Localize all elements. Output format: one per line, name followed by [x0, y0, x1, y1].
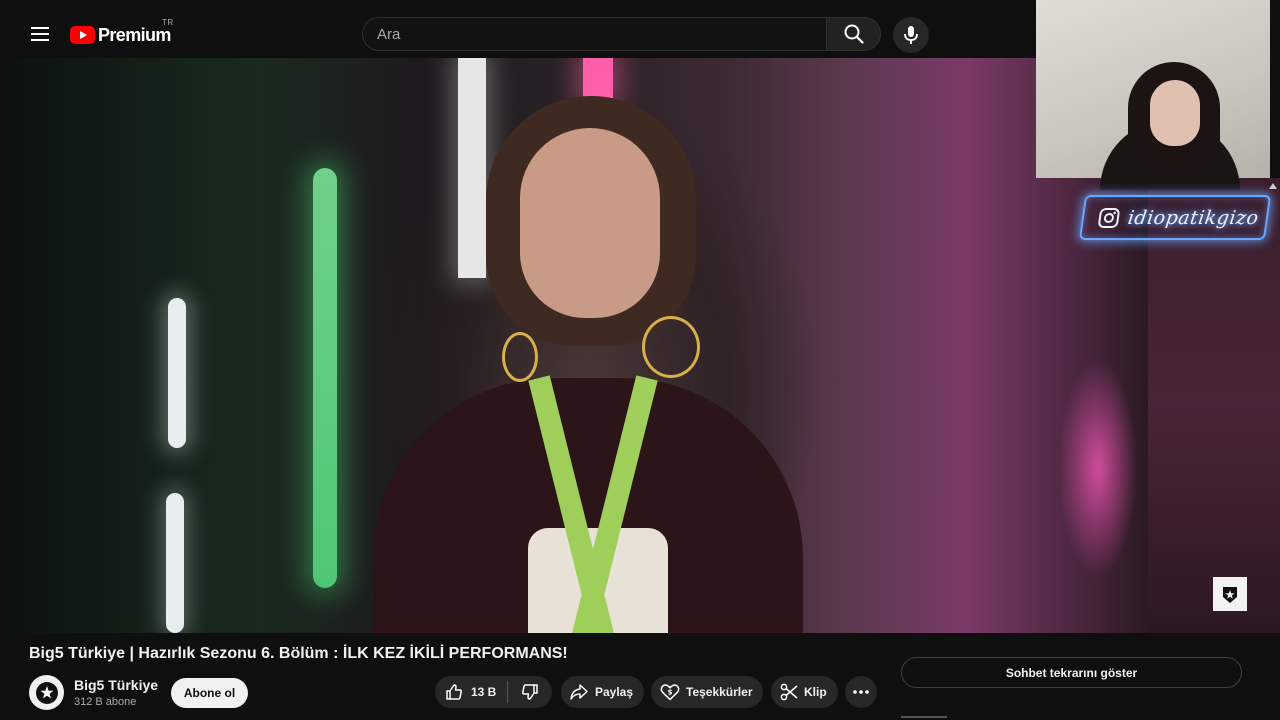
hamburger-icon — [31, 27, 49, 41]
clip-button[interactable]: Klip — [771, 676, 838, 708]
white-neon-light — [458, 58, 486, 278]
thumbs-up-icon — [446, 684, 462, 700]
thumbs-down-icon — [522, 684, 538, 700]
show-chat-replay-button[interactable]: Sohbet tekrarını göster — [901, 657, 1242, 688]
search-icon — [844, 24, 864, 44]
thanks-label: Teşekkürler — [686, 685, 753, 699]
search-button[interactable] — [826, 17, 881, 51]
channel-badge-icon — [1223, 587, 1237, 603]
webcam-person-face — [1150, 80, 1200, 146]
scissors-icon — [780, 683, 798, 701]
dislike-button[interactable] — [508, 676, 552, 708]
hoop-earring — [642, 316, 700, 378]
pink-glow — [1058, 358, 1138, 578]
instagram-handle: idiopatikgizo — [1126, 206, 1261, 229]
divider — [901, 716, 947, 718]
guide-menu-button[interactable] — [24, 18, 56, 50]
search-box — [362, 17, 826, 51]
hoop-earring — [502, 332, 538, 382]
person-face — [520, 128, 660, 318]
video-player[interactable] — [8, 58, 1148, 633]
microphone-icon — [904, 26, 918, 44]
clip-label: Klip — [804, 685, 827, 699]
logo-text: Premium — [98, 24, 171, 45]
channel-name-link[interactable]: Big5 Türkiye — [74, 677, 158, 693]
channel-avatar[interactable] — [29, 675, 64, 710]
green-neon-light — [313, 168, 337, 588]
search-input[interactable] — [363, 18, 826, 50]
share-arrow-icon — [570, 684, 588, 700]
instagram-neon-sign: idiopatikgizo — [1078, 195, 1272, 240]
thanks-button[interactable]: $ Teşekkürler — [651, 676, 763, 708]
subscribe-button[interactable]: Abone ol — [171, 678, 248, 708]
youtube-premium-logo[interactable]: Premium TR — [70, 18, 173, 48]
youtube-play-icon — [70, 26, 95, 44]
subscriber-count: 312 B abone — [74, 696, 137, 708]
logo-country-code: TR — [162, 18, 174, 27]
svg-text:$: $ — [668, 689, 673, 697]
instagram-icon — [1098, 207, 1120, 228]
more-horizontal-icon — [853, 690, 869, 694]
like-dislike-group: 13 B — [435, 676, 552, 708]
heart-dollar-icon: $ — [660, 684, 680, 701]
chevron-up-icon — [1269, 183, 1277, 189]
video-side-area — [1148, 178, 1280, 633]
like-button[interactable]: 13 B — [435, 676, 507, 708]
video-title: Big5 Türkiye | Hazırlık Sezonu 6. Bölüm … — [29, 645, 568, 662]
white-neon-light — [166, 493, 184, 633]
white-neon-light — [168, 298, 186, 448]
scrollbar-arrow[interactable] — [1268, 178, 1278, 189]
voice-search-button[interactable] — [893, 17, 929, 53]
share-button[interactable]: Paylaş — [561, 676, 644, 708]
channel-logo-icon — [35, 681, 58, 704]
share-label: Paylaş — [595, 685, 634, 699]
pink-neon-light — [583, 58, 613, 98]
like-count: 13 B — [471, 685, 497, 699]
channel-watermark-button[interactable] — [1213, 577, 1247, 611]
more-actions-button[interactable] — [845, 676, 877, 708]
